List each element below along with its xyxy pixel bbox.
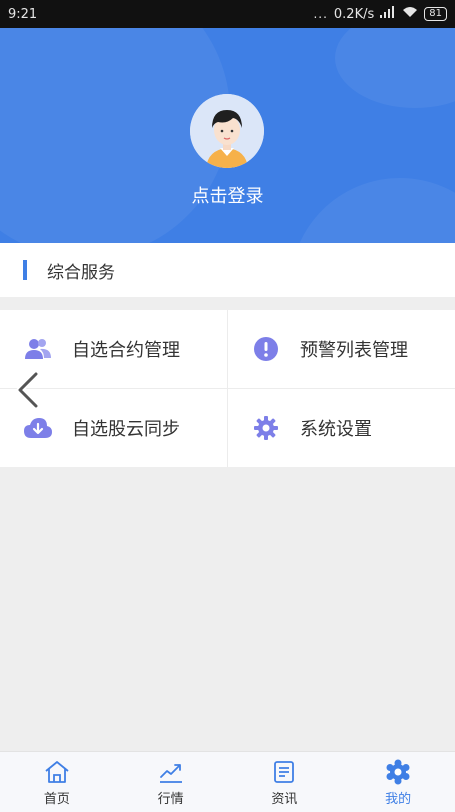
decor-circle <box>335 28 455 108</box>
status-bar: 9:21 ... 0.2K/s 81 <box>0 0 455 28</box>
service-item-alerts[interactable]: 预警列表管理 <box>228 310 455 388</box>
network-speed: 0.2K/s <box>333 6 375 22</box>
gear-icon <box>252 414 280 442</box>
status-indicators: ... 0.2K/s 81 <box>313 6 447 22</box>
signal-icon <box>380 6 396 22</box>
service-label: 系统设置 <box>300 419 372 440</box>
tab-home[interactable]: 首页 <box>0 752 114 812</box>
section-header: 综合服务 <box>0 243 455 297</box>
profile-icon <box>384 758 412 786</box>
alert-icon <box>252 335 280 363</box>
home-icon <box>43 758 71 786</box>
service-label: 自选股云同步 <box>72 419 180 440</box>
users-icon <box>24 335 52 363</box>
wifi-icon <box>402 6 418 22</box>
login-link[interactable]: 点击登录 <box>0 182 455 208</box>
tab-news[interactable]: 资讯 <box>228 752 342 812</box>
avatar-illustration-icon <box>190 94 264 168</box>
back-arrow-icon[interactable] <box>12 370 44 410</box>
profile-header: 点击登录 <box>0 28 455 243</box>
tab-label: 资讯 <box>271 791 298 807</box>
section-accent-bar <box>23 260 27 280</box>
status-time: 9:21 <box>8 6 38 22</box>
avatar[interactable] <box>190 94 264 168</box>
service-label: 自选合约管理 <box>72 340 180 361</box>
status-dots: ... <box>313 7 328 21</box>
tab-label: 首页 <box>43 791 70 807</box>
tab-label: 我的 <box>385 791 412 807</box>
service-item-settings[interactable]: 系统设置 <box>228 389 455 467</box>
section-title: 综合服务 <box>47 262 115 283</box>
news-icon <box>270 758 298 786</box>
service-label: 预警列表管理 <box>300 340 408 361</box>
tab-label: 行情 <box>157 791 184 807</box>
chart-icon <box>157 758 185 786</box>
cloud-sync-icon <box>24 414 52 442</box>
battery-indicator: 81 <box>424 7 447 21</box>
bottom-tab-bar: 首页 行情 资讯 我的 <box>0 751 455 812</box>
services-grid: 自选合约管理 预警列表管理 自选股云同步 系统设置 <box>0 310 455 467</box>
tab-mine[interactable]: 我的 <box>341 752 455 812</box>
tab-market[interactable]: 行情 <box>114 752 228 812</box>
